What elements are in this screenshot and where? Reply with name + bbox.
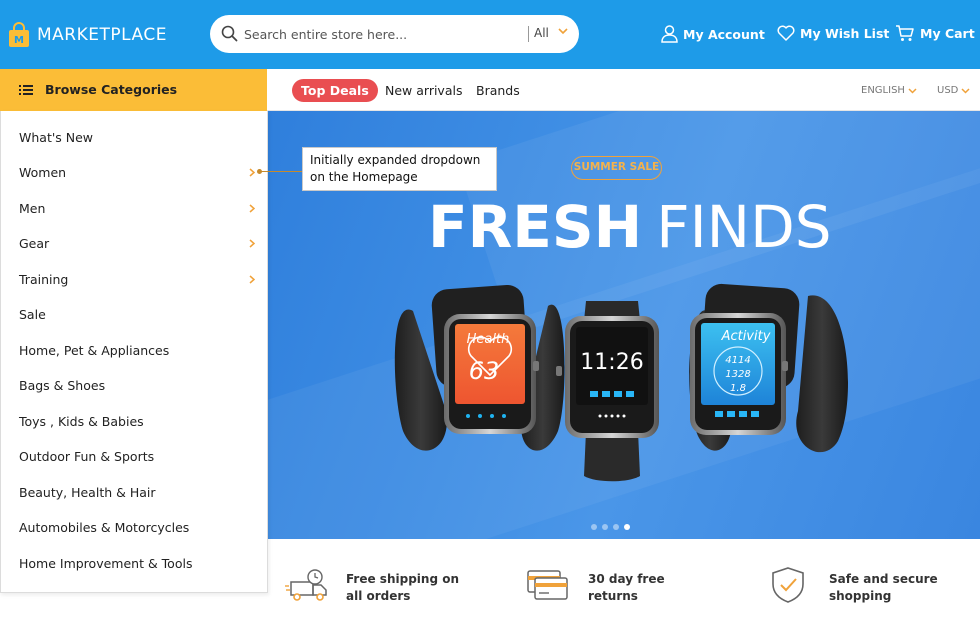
- category-item-whats-new[interactable]: What's New: [1, 120, 267, 154]
- carousel-dots: [591, 524, 630, 530]
- category-item-gear[interactable]: Gear: [1, 226, 267, 260]
- feature-line-1: 30 day free: [588, 572, 665, 586]
- watch-right-line3: 1.8: [730, 383, 746, 394]
- feature-line-2: shopping: [829, 589, 892, 603]
- chevron-right-icon: [249, 275, 255, 284]
- category-label: Toys , Kids & Babies: [19, 414, 144, 429]
- chevron-down-icon[interactable]: [558, 28, 568, 35]
- site-header: M MARKETPLACE All My Account My Wish Lis…: [0, 0, 980, 69]
- carousel-dot[interactable]: [591, 524, 597, 530]
- category-label: Home, Pet & Appliances: [19, 343, 170, 358]
- category-item-women[interactable]: Women: [1, 155, 267, 189]
- search-bar: All: [210, 15, 579, 53]
- category-label: What's New: [19, 130, 94, 145]
- shopping-bag-logo-icon: M: [9, 22, 29, 47]
- cart-icon: [896, 25, 914, 41]
- watch-right-line1: 4114: [725, 355, 750, 366]
- feature-text: Safe and secure shopping: [829, 571, 969, 605]
- delivery-truck-icon: [285, 569, 327, 601]
- carousel-dot[interactable]: [613, 524, 619, 530]
- feature-line-2: all orders: [346, 589, 411, 603]
- logo-text: MARKETPLACE: [37, 25, 167, 45]
- cart-link[interactable]: My Cart: [895, 25, 975, 42]
- category-item-outdoor-fun-sports[interactable]: Outdoor Fun & Sports: [1, 439, 267, 473]
- search-input[interactable]: [244, 24, 524, 44]
- feature-line-1: Free shipping on: [346, 572, 459, 586]
- category-label: Gear: [19, 236, 50, 251]
- chevron-right-icon: [249, 239, 255, 248]
- credit-card-icon: [527, 570, 568, 600]
- category-label: Training: [19, 272, 69, 287]
- category-item-home-improvement-tools[interactable]: Home Improvement & Tools: [1, 546, 267, 580]
- category-dropdown: What's New Women Men Gear Training Sale …: [0, 111, 268, 593]
- annotation-callout: Initially expanded dropdown on the Homep…: [302, 147, 497, 191]
- feature-line-2: returns: [588, 589, 638, 603]
- category-label: Outdoor Fun & Sports: [19, 449, 155, 464]
- watch-right: Activity 4114 1328 1.8: [689, 283, 848, 453]
- nav-link-brands[interactable]: Brands: [476, 83, 520, 98]
- category-item-beauty-health-hair[interactable]: Beauty, Health & Hair: [1, 475, 267, 509]
- watch-left-title: Health: [467, 332, 510, 347]
- category-label: Women: [19, 165, 67, 180]
- carousel-dot[interactable]: [602, 524, 608, 530]
- watch-left: Health 63: [394, 284, 565, 451]
- category-label: Automobiles & Motorcycles: [19, 520, 190, 535]
- heart-icon: [777, 25, 795, 41]
- cart-label: My Cart: [920, 26, 975, 41]
- feature-text: Free shipping on all orders: [346, 571, 486, 605]
- search-divider: [528, 26, 529, 42]
- callout-line-2: on the Homepage: [310, 170, 418, 184]
- shield-check-icon: [772, 567, 804, 603]
- category-item-sale[interactable]: Sale: [1, 297, 267, 331]
- site-logo[interactable]: M MARKETPLACE: [8, 22, 167, 48]
- category-item-toys-kids-babies[interactable]: Toys , Kids & Babies: [1, 404, 267, 438]
- chevron-down-icon: [908, 87, 917, 94]
- watch-left-value: 63: [469, 357, 500, 385]
- category-item-home-pet-appliances[interactable]: Home, Pet & Appliances: [1, 333, 267, 367]
- callout-line: [260, 171, 303, 172]
- my-account-label: My Account: [683, 26, 765, 42]
- my-account-link[interactable]: My Account: [661, 25, 765, 43]
- chevron-down-icon: [961, 87, 970, 94]
- user-icon: [661, 25, 678, 43]
- feature-line-1: Safe and secure: [829, 572, 938, 586]
- feature-text: 30 day free returns: [588, 571, 728, 605]
- chevron-right-icon: [249, 204, 255, 213]
- category-item-automobiles-motorcycles[interactable]: Automobiles & Motorcycles: [1, 510, 267, 544]
- watch-center-time: 11:26: [580, 350, 643, 375]
- category-item-bags-shoes[interactable]: Bags & Shoes: [1, 368, 267, 402]
- carousel-dot-active[interactable]: [624, 524, 630, 530]
- wishlist-link[interactable]: My Wish List: [777, 25, 889, 41]
- top-navigation: Top Deals New arrivals Brands ENGLISH US…: [267, 69, 980, 111]
- category-label: Home Improvement & Tools: [19, 556, 193, 571]
- category-label: Bags & Shoes: [19, 378, 106, 393]
- currency-value: USD: [937, 85, 959, 96]
- browse-categories-label: Browse Categories: [45, 82, 178, 97]
- category-label: Men: [19, 201, 46, 216]
- callout-line-1: Initially expanded dropdown: [310, 153, 481, 167]
- search-category-select[interactable]: All: [534, 26, 549, 40]
- category-item-men[interactable]: Men: [1, 191, 267, 225]
- logo-letter: M: [14, 35, 24, 46]
- search-icon[interactable]: [221, 25, 238, 42]
- watch-right-title: Activity: [721, 329, 771, 344]
- category-label: Sale: [19, 307, 46, 322]
- nav-link-new-arrivals[interactable]: New arrivals: [385, 83, 462, 98]
- currency-select[interactable]: USD: [937, 85, 970, 96]
- top-deals-button[interactable]: Top Deals: [292, 79, 378, 102]
- browse-categories-button[interactable]: Browse Categories: [0, 69, 267, 111]
- language-value: ENGLISH: [861, 85, 905, 96]
- category-label: Beauty, Health & Hair: [19, 485, 156, 500]
- list-icon: [19, 85, 33, 95]
- category-item-training[interactable]: Training: [1, 262, 267, 296]
- wishlist-label: My Wish List: [800, 25, 890, 41]
- language-select[interactable]: ENGLISH: [861, 85, 917, 96]
- watch-center: 11:26: [556, 301, 659, 482]
- chevron-right-icon: [249, 168, 255, 177]
- watch-right-line2: 1328: [725, 369, 750, 380]
